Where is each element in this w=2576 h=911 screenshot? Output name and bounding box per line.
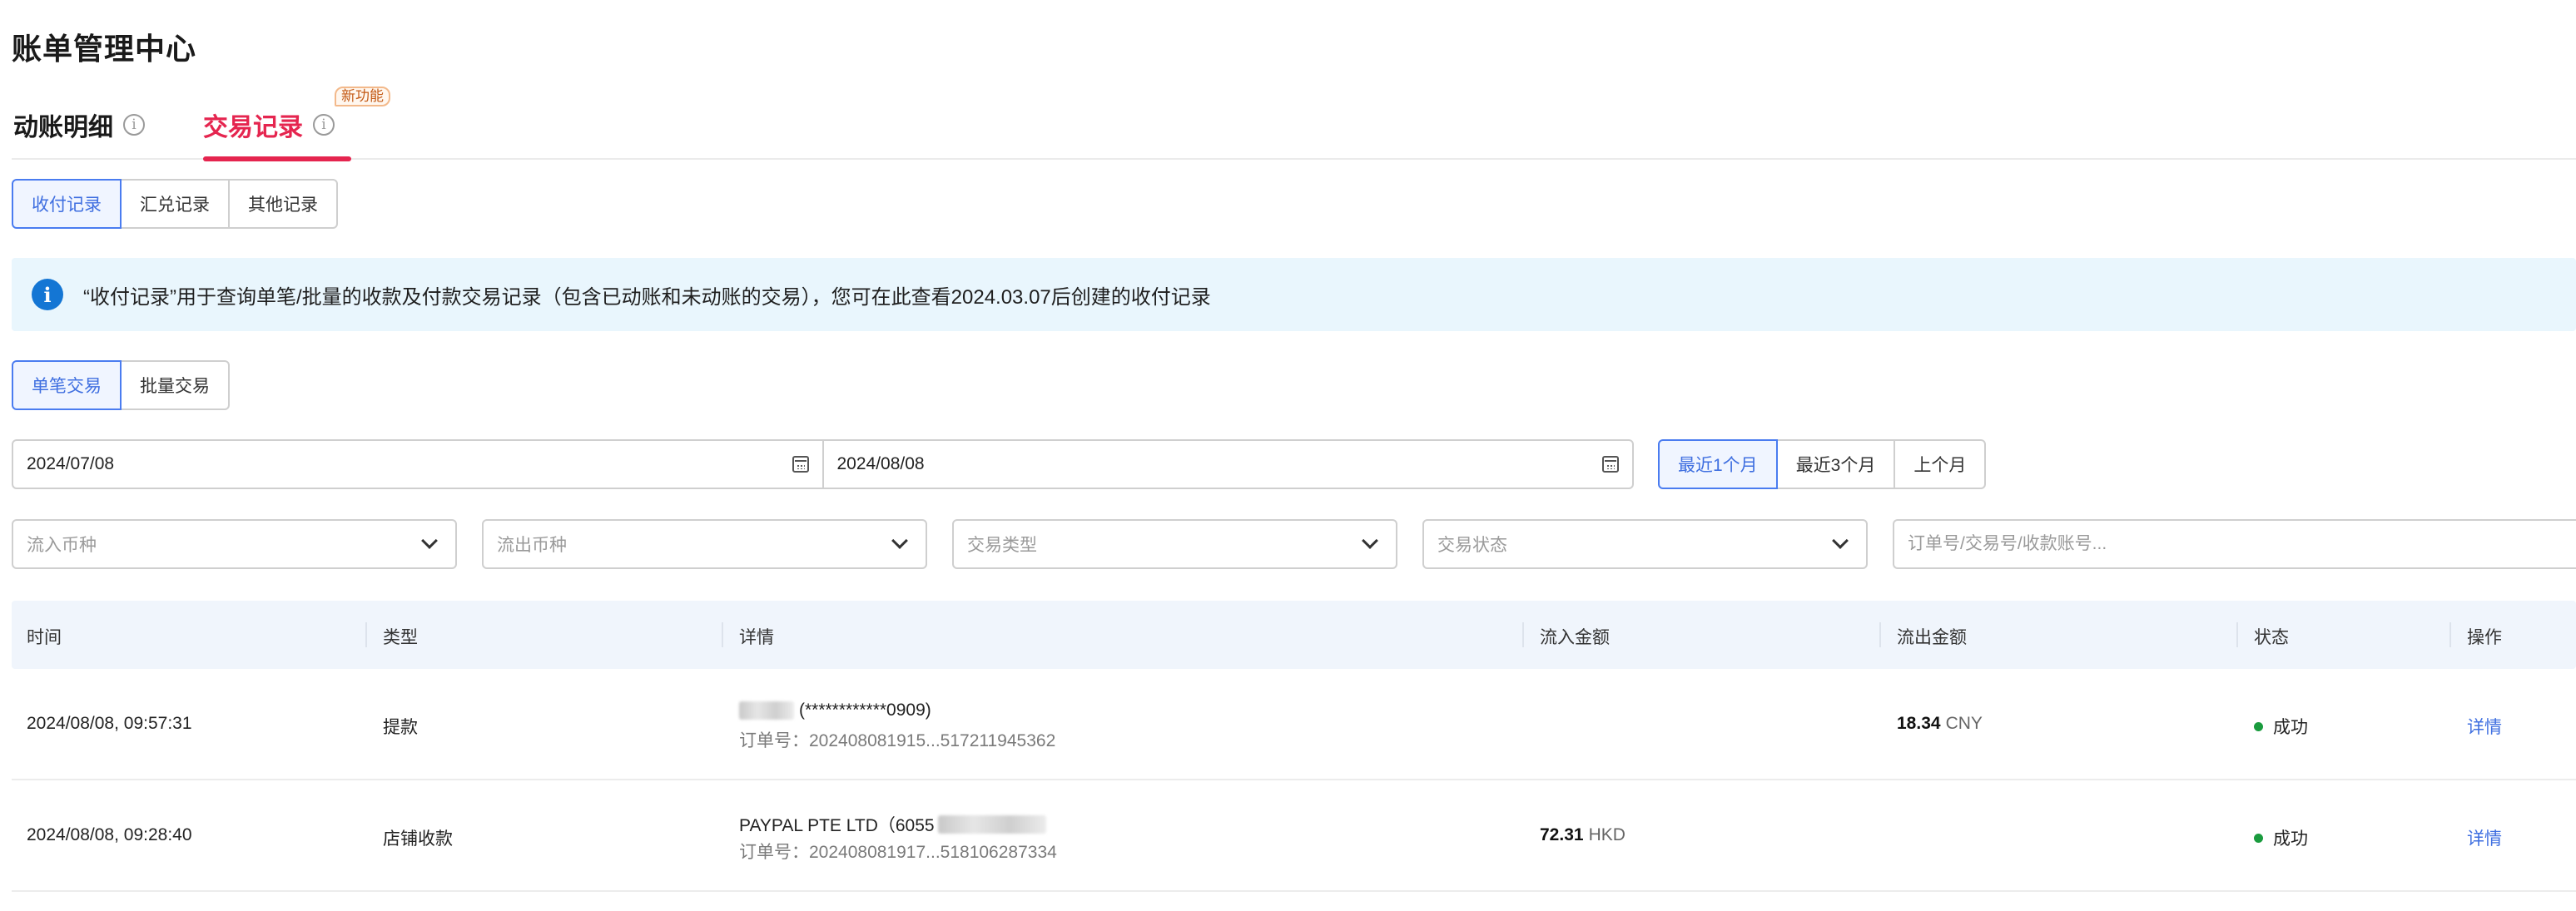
quick-range-last-month[interactable]: 上个月 [1894,439,1987,489]
date-range-picker: 2024/07/08 2024/08/08 [12,439,1634,489]
tab-transaction-records[interactable]: 交易记录 i [203,106,351,161]
masked-text [937,815,1046,834]
row-detail-primary: (************0909) [799,701,931,720]
tab-bar: 动账明细 i 交易记录 i 新功能 [12,87,2576,161]
transaction-table: 时间 类型 详情 流入金额 流出金额 状态 操作 2024/08/08, 09:… [12,601,2576,892]
info-icon: i [32,279,63,310]
column-divider [1522,622,1524,647]
record-type-payment[interactable]: 收付记录 [12,179,122,229]
info-icon[interactable]: i [313,114,335,136]
filter-bar: 流入币种 流出币种 交易类型 交易状态 [12,519,2576,569]
trade-mode-batch[interactable]: 批量交易 [120,360,230,410]
calendar-icon[interactable] [792,456,809,473]
column-header-status: 状态 [2254,628,2289,647]
inflow-currency-select[interactable]: 流入币种 [12,519,457,569]
notice-text: “收付记录”用于查询单笔/批量的收款及付款交易记录（包含已动账和未动账的交易），… [83,285,1211,309]
info-icon[interactable]: i [123,114,145,136]
tab-label: 动账明细 [13,114,113,141]
trade-status-select[interactable]: 交易状态 [1422,519,1868,569]
end-date-field[interactable]: 2024/08/08 [821,441,1633,488]
chevron-down-icon [421,532,438,549]
info-notice: i “收付记录”用于查询单笔/批量的收款及付款交易记录（包含已动账和未动账的交易… [12,258,2576,331]
record-type-switch: 收付记录 汇兑记录 其他记录 [12,179,338,229]
amount-value: 72.31 [1540,825,1584,844]
success-dot-icon [2254,721,2263,731]
row-detail-primary: PAYPAL PTE LTD（6055 [739,816,935,835]
detail-link[interactable]: 详情 [2467,714,2502,739]
calendar-icon[interactable] [1602,456,1619,473]
trade-mode-switch: 单笔交易 批量交易 [12,360,230,410]
column-header-inflow: 流入金额 [1540,628,1610,647]
column-header-outflow: 流出金额 [1897,628,1967,647]
row-type: 提款 [383,718,418,737]
column-divider [722,622,723,647]
quick-range-last-3-months[interactable]: 最近3个月 [1775,439,1896,489]
end-date-value: 2024/08/08 [836,454,925,473]
tab-account-details[interactable]: 动账明细 i [13,106,145,143]
row-type: 店铺收款 [383,829,453,849]
quick-range-last-1-month[interactable]: 最近1个月 [1658,439,1778,489]
status-text: 成功 [2273,829,2308,849]
column-divider [2236,622,2238,647]
amount-value: 18.34 [1897,714,1941,733]
row-order-number: 订单号：202408081915...517211945362 [739,731,1056,750]
chevron-down-icon [1832,532,1849,549]
record-type-other[interactable]: 其他记录 [228,179,338,229]
active-tab-indicator [203,156,351,161]
column-divider [2449,622,2451,647]
chevron-down-icon [1362,532,1378,549]
row-time: 2024/08/08, 09:57:31 [27,714,192,733]
row-order-number: 订单号：202408081917...518106287334 [739,843,1057,862]
row-outflow-amount: 18.34 CNY [1897,714,1983,734]
row-inflow-amount: 72.31 HKD [1540,825,1626,845]
status-text: 成功 [2273,718,2308,737]
column-header-detail: 详情 [739,628,774,647]
start-date-field[interactable]: 2024/07/08 [13,441,822,488]
table-row: 2024/08/08, 09:57:31 提款 (************090… [12,669,2576,780]
currency-code: CNY [1945,714,1983,733]
outflow-currency-select[interactable]: 流出币种 [482,519,927,569]
tab-label: 交易记录 [203,114,303,141]
row-time: 2024/08/08, 09:28:40 [27,825,192,844]
column-header-type: 类型 [383,628,418,647]
detail-link[interactable]: 详情 [2467,825,2502,850]
row-status: 成功 [2254,714,2308,739]
quick-range-switch: 最近1个月 最近3个月 上个月 [1658,439,1987,489]
column-header-action: 操作 [2467,628,2502,647]
row-detail-account: PAYPAL PTE LTD（6055 [739,812,1046,837]
search-box [1893,519,2576,569]
new-feature-badge: 新功能 [335,87,390,106]
row-status: 成功 [2254,825,2308,850]
row-detail-account: (************0909) [739,701,931,720]
trade-type-select[interactable]: 交易类型 [952,519,1397,569]
column-divider [365,622,367,647]
record-type-exchange[interactable]: 汇兑记录 [120,179,230,229]
select-placeholder: 流出币种 [497,536,567,555]
masked-text [739,701,794,720]
currency-code: HKD [1588,825,1626,844]
trade-mode-single[interactable]: 单笔交易 [12,360,122,410]
search-input[interactable] [1908,534,2574,554]
chevron-down-icon [891,532,908,549]
page-title: 账单管理中心 [12,32,197,66]
column-header-time: 时间 [27,628,62,647]
table-header: 时间 类型 详情 流入金额 流出金额 状态 操作 [12,601,2576,669]
select-placeholder: 交易状态 [1437,536,1507,555]
select-placeholder: 流入币种 [27,536,97,555]
success-dot-icon [2254,833,2263,843]
select-placeholder: 交易类型 [967,536,1037,555]
column-divider [1879,622,1881,647]
table-row: 2024/08/08, 09:28:40 店铺收款 PAYPAL PTE LTD… [12,780,2576,892]
start-date-value: 2024/07/08 [27,454,115,473]
